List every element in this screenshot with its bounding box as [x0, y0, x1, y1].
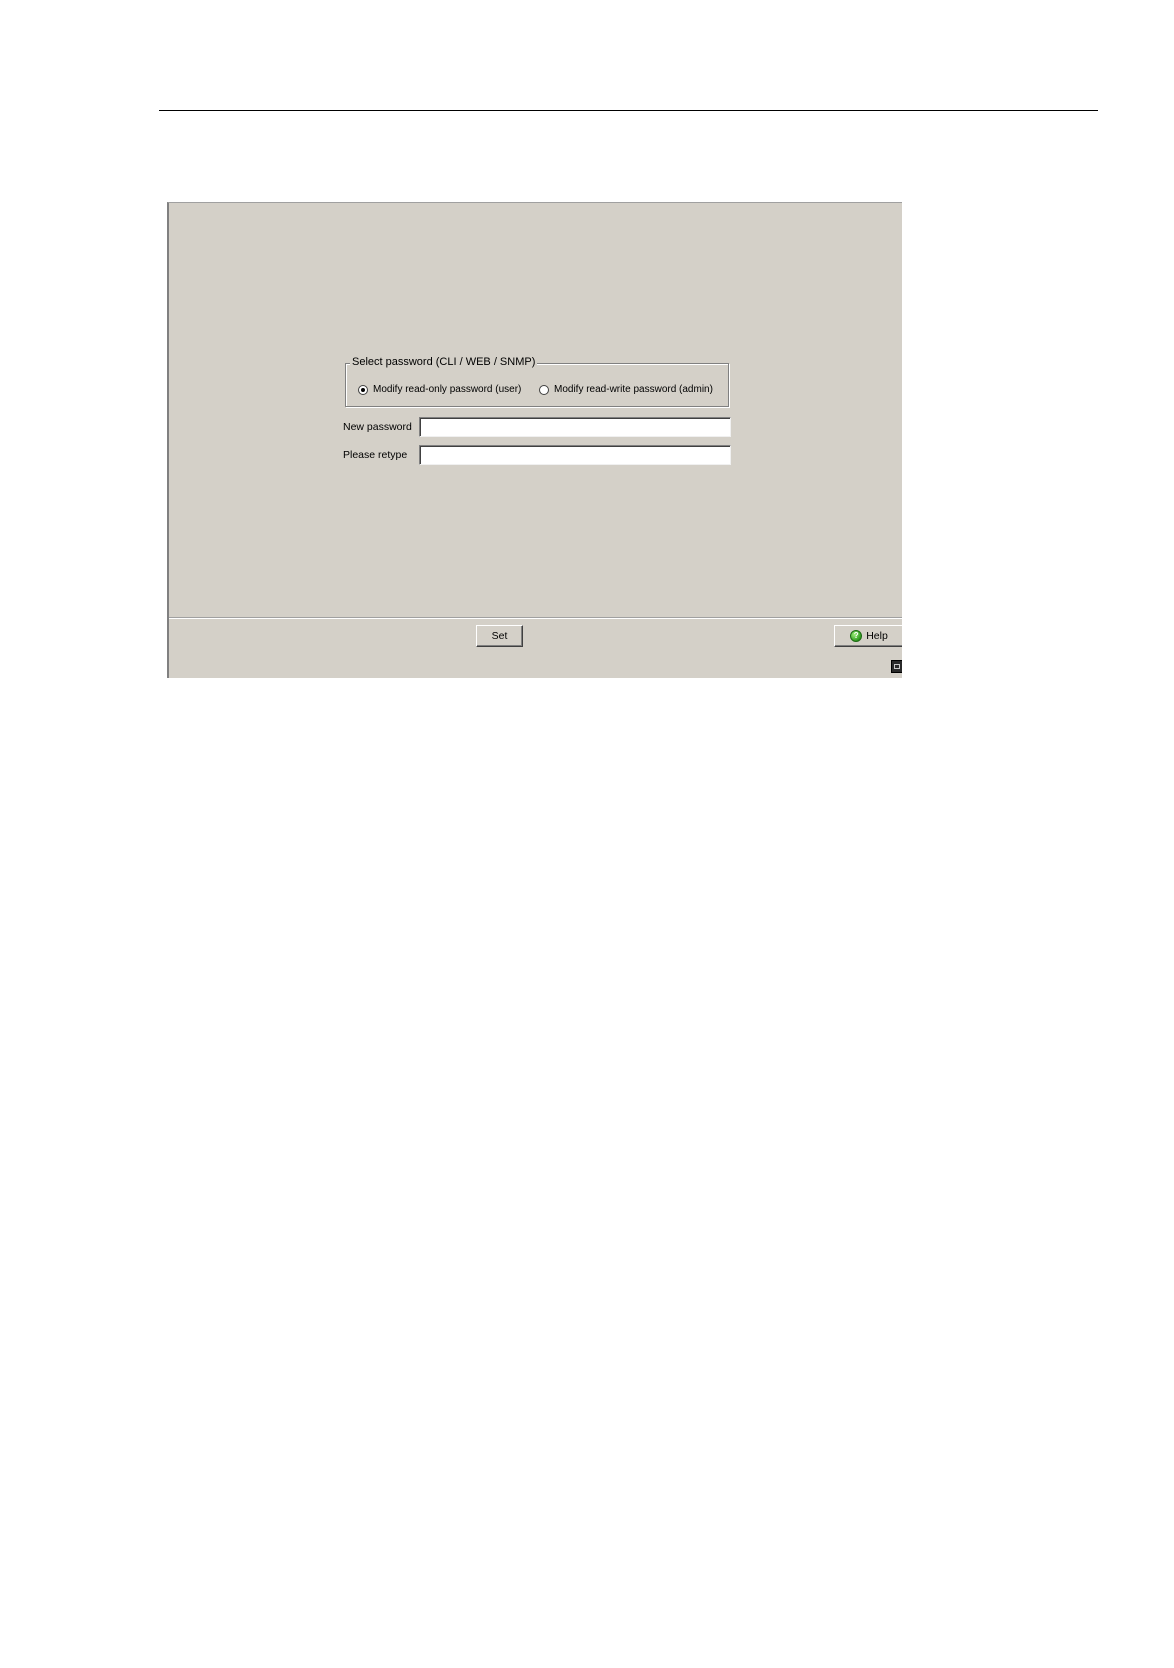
help-button[interactable]: ? Help [834, 625, 902, 647]
content-area: Select password (CLI / WEB / SNMP) Modif… [169, 203, 902, 618]
radio-read-only-label: Modify read-only password (user) [373, 384, 522, 395]
group-title: Select password (CLI / WEB / SNMP) [350, 356, 538, 368]
button-bar: Set ? Help [169, 618, 902, 678]
radio-read-only-user[interactable]: Modify read-only password (user) [358, 384, 521, 395]
app-window: Select password (CLI / WEB / SNMP) Modif… [167, 202, 902, 678]
header-rule [159, 110, 1098, 111]
status-icon[interactable] [891, 660, 902, 673]
set-button[interactable]: Set [476, 625, 523, 647]
help-icon: ? [850, 630, 863, 642]
radio-button-unchecked[interactable] [539, 384, 549, 395]
document-page: Select password (CLI / WEB / SNMP) Modif… [0, 0, 1174, 1668]
radio-read-write-label: Modify read-write password (admin) [554, 384, 713, 395]
help-button-label: Help [866, 630, 888, 642]
new-password-label: New password [343, 421, 412, 433]
radio-button-checked[interactable] [358, 384, 368, 395]
retype-password-label: Please retype [343, 449, 408, 461]
select-password-group: Select password (CLI / WEB / SNMP) Modif… [345, 356, 729, 407]
radio-read-write-admin[interactable]: Modify read-write password (admin) [539, 384, 713, 395]
retype-password-input[interactable] [419, 445, 731, 465]
new-password-input[interactable] [419, 417, 731, 437]
